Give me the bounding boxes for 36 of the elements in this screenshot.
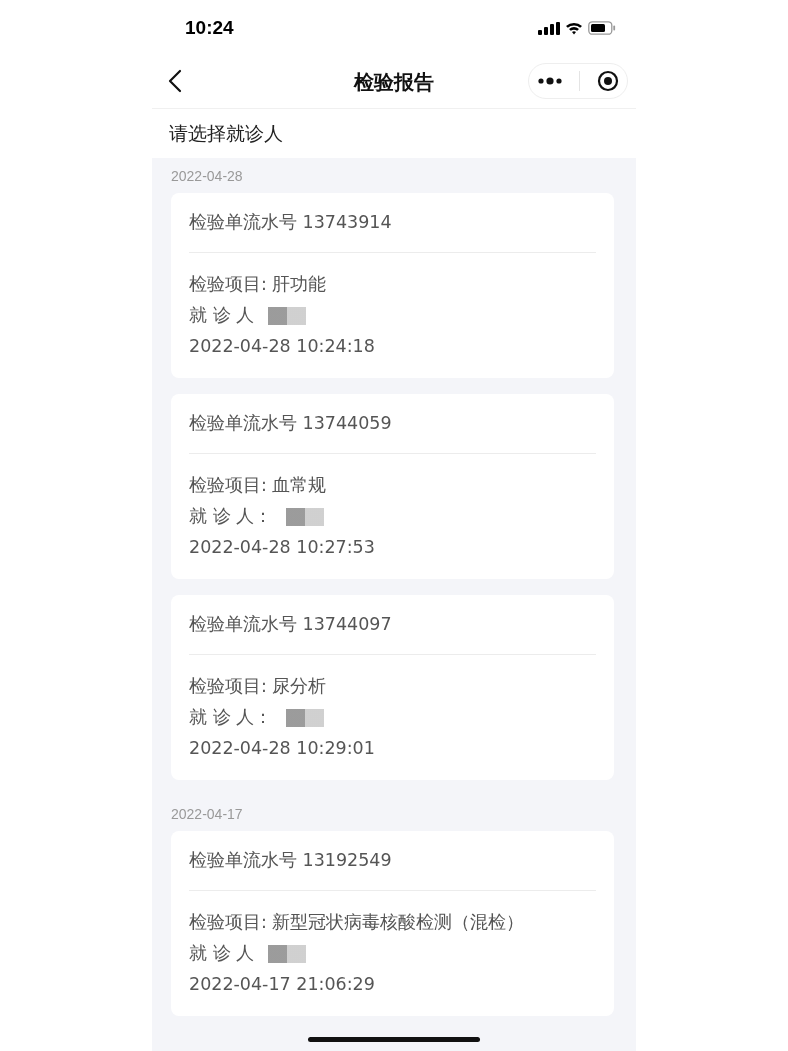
battery-icon xyxy=(588,21,616,35)
redacted-name xyxy=(286,708,325,727)
patient-label: 就 诊 人： xyxy=(189,505,273,528)
report-card[interactable]: 检验单流水号 13743914 检验项目: 肝功能 就 诊 人 2022-04-28 10:24:18 xyxy=(171,193,614,378)
date-header: 2022-04-28 xyxy=(171,167,244,186)
status-time: 10:24 xyxy=(185,17,234,39)
report-time: 2022-04-28 10:27:53 xyxy=(189,536,376,559)
test-item: 检验项目: 肝功能 xyxy=(189,273,328,296)
signal-icon xyxy=(538,21,560,35)
patient-label: 就 诊 人： xyxy=(189,706,273,729)
date-header: 2022-04-17 xyxy=(171,805,244,824)
report-time: 2022-04-28 10:29:01 xyxy=(189,737,376,760)
patient-select-label: 请选择就诊人 xyxy=(169,120,283,146)
redacted-name xyxy=(286,507,325,526)
serial-number: 检验单流水号 13744059 xyxy=(189,412,393,435)
report-time: 2022-04-17 21:06:29 xyxy=(189,973,376,996)
serial-number: 检验单流水号 13743914 xyxy=(189,211,393,234)
close-icon[interactable] xyxy=(596,70,619,92)
back-button[interactable] xyxy=(168,69,182,93)
patient-select-row[interactable]: 请选择就诊人 xyxy=(152,109,636,158)
redacted-name xyxy=(268,306,307,325)
test-item: 检验项目: 血常规 xyxy=(189,474,328,497)
test-item: 检验项目: 新型冠状病毒核酸检测（混检） xyxy=(189,911,526,934)
serial-number: 检验单流水号 13192549 xyxy=(189,849,393,872)
test-item: 检验项目: 尿分析 xyxy=(189,675,328,698)
redacted-name xyxy=(268,944,307,963)
more-icon[interactable] xyxy=(537,77,562,85)
patient-label: 就 诊 人 xyxy=(189,942,255,965)
page-title: 检验报告 xyxy=(354,68,434,96)
serial-number: 检验单流水号 13744097 xyxy=(189,613,393,636)
patient-label: 就 诊 人 xyxy=(189,304,255,327)
wifi-icon xyxy=(565,21,583,35)
report-card[interactable]: 检验单流水号 13192549 检验项目: 新型冠状病毒核酸检测（混检） 就 诊 人 2022-04-17 21:06:29 xyxy=(171,831,614,1016)
report-card[interactable]: 检验单流水号 13744059 检验项目: 血常规 就 诊 人： 2022-04-28 10:27:53 xyxy=(171,394,614,579)
report-card[interactable]: 检验单流水号 13744097 检验项目: 尿分析 就 诊 人： 2022-04-28 10:29:01 xyxy=(171,595,614,780)
report-time: 2022-04-28 10:24:18 xyxy=(189,335,376,358)
